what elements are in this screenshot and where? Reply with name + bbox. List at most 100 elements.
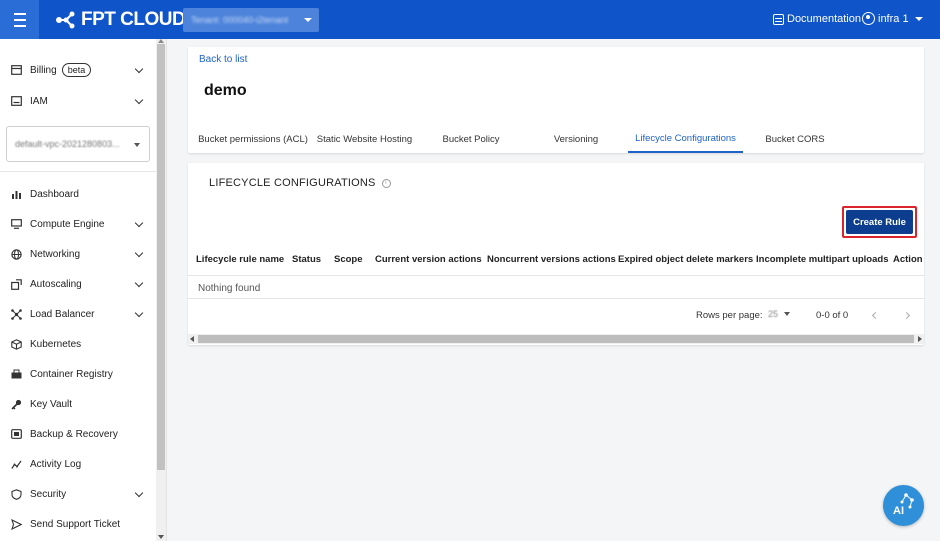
sidebar-item-load-balancer[interactable]: Load Balancer <box>0 302 156 326</box>
column-header[interactable]: Incomplete multipart uploads <box>756 254 889 265</box>
chevron-right-icon <box>902 311 910 319</box>
create-rule-button[interactable]: Create Rule <box>846 210 913 234</box>
next-page-button[interactable] <box>900 309 912 321</box>
tab-static-website-hosting[interactable]: Static Website Hosting <box>313 125 416 153</box>
column-header[interactable]: Action <box>893 254 923 265</box>
shield-icon <box>10 488 22 500</box>
table-horizontal-scrollbar[interactable] <box>188 334 924 344</box>
sidebar: Billing beta IAM default-vpc-2021280803.… <box>0 39 167 541</box>
page-title: demo <box>204 82 247 99</box>
ai-label: AI <box>893 505 904 517</box>
sidebar-item-kubernetes[interactable]: Kubernetes <box>0 332 156 356</box>
sidebar-scroll-thumb[interactable] <box>157 44 165 470</box>
scroll-up-arrow-icon[interactable] <box>158 39 164 43</box>
sidebar-item-billing[interactable]: Billing beta <box>0 58 156 82</box>
scroll-left-arrow-icon[interactable] <box>190 336 194 342</box>
user-menu[interactable]: infra 1 <box>862 12 923 25</box>
chevron-down-icon <box>134 308 144 318</box>
ai-assistant-button[interactable]: AI <box>883 485 924 526</box>
sidebar-item-dashboard[interactable]: Dashboard <box>0 182 156 206</box>
document-icon <box>773 13 784 25</box>
sidebar-item-security[interactable]: Security <box>0 482 156 506</box>
create-rule-highlight: Create Rule <box>842 206 917 238</box>
send-icon <box>10 518 22 530</box>
sidebar-item-label: Backup & Recovery <box>30 428 118 440</box>
top-bar: FPT CLOUD Tenant: 000040-i2tenant Docume… <box>0 0 940 39</box>
pagination-range: 0-0 of 0 <box>816 310 849 321</box>
empty-state-text: Nothing found <box>198 283 261 294</box>
sidebar-item-label: Autoscaling <box>30 278 82 290</box>
sidebar-item-activity-log[interactable]: Activity Log <box>0 452 156 476</box>
id-card-icon <box>10 95 22 107</box>
documentation-label: Documentation <box>787 13 861 25</box>
sidebar-item-iam[interactable]: IAM <box>0 89 156 113</box>
column-header[interactable]: Noncurrent versions actions <box>487 254 616 265</box>
chevron-down-icon <box>134 95 144 105</box>
vpc-value: default-vpc-2021280803... <box>15 139 120 149</box>
autoscaling-icon <box>10 278 22 290</box>
tab-lifecycle-configurations[interactable]: Lifecycle Configurations <box>628 125 743 153</box>
documentation-link[interactable]: Documentation <box>773 13 861 25</box>
menu-button[interactable] <box>0 0 39 39</box>
backup-icon <box>10 428 22 440</box>
rows-per-page-select[interactable]: 25 <box>768 309 791 319</box>
column-header[interactable]: Current version actions <box>375 254 482 265</box>
sidebar-item-label: Load Balancer <box>30 308 95 320</box>
info-icon[interactable]: i <box>381 178 391 188</box>
sidebar-item-key-vault[interactable]: Key Vault <box>0 392 156 416</box>
sidebar-divider <box>0 171 156 172</box>
previous-page-button[interactable] <box>869 309 881 321</box>
horizontal-scroll-thumb[interactable] <box>198 335 914 343</box>
scroll-right-arrow-icon[interactable] <box>918 336 922 342</box>
column-header[interactable]: Lifecycle rule name <box>196 254 284 265</box>
sidebar-item-label: Send Support Ticket <box>30 518 121 530</box>
caret-down-icon <box>784 312 791 316</box>
container-icon <box>10 368 22 380</box>
bucket-tabs: Bucket permissions (ACL) Static Website … <box>188 125 924 153</box>
section-title: LIFECYCLE CONFIGURATIONS i <box>209 177 391 189</box>
sidebar-item-label: Container Registry <box>30 368 113 380</box>
activity-icon <box>10 458 22 470</box>
sidebar-item-compute-engine[interactable]: Compute Engine <box>0 212 156 236</box>
back-to-list-link[interactable]: Back to list <box>199 54 247 65</box>
globe-icon <box>10 248 22 260</box>
tab-bucket-cors[interactable]: Bucket CORS <box>745 125 845 153</box>
sidebar-item-container-registry[interactable]: Container Registry <box>0 362 156 386</box>
tab-bucket-permissions[interactable]: Bucket permissions (ACL) <box>193 125 313 153</box>
user-name: infra 1 <box>878 12 909 25</box>
tab-bucket-policy[interactable]: Bucket Policy <box>416 125 526 153</box>
chevron-left-icon <box>871 311 879 319</box>
lifecycle-card: LIFECYCLE CONFIGURATIONS i Create Rule L… <box>188 163 924 345</box>
monitor-icon <box>10 218 22 230</box>
scroll-down-arrow-icon[interactable] <box>158 535 164 539</box>
sidebar-item-label: IAM <box>30 95 48 107</box>
column-header[interactable]: Scope <box>334 254 363 265</box>
sidebar-item-label: Dashboard <box>30 188 79 200</box>
section-title-text: LIFECYCLE CONFIGURATIONS <box>209 177 376 189</box>
column-header[interactable]: Expired object delete markers <box>618 254 753 265</box>
column-header[interactable]: Status <box>292 254 321 265</box>
sidebar-scrollbar[interactable] <box>156 39 166 541</box>
sidebar-item-networking[interactable]: Networking <box>0 242 156 266</box>
sidebar-item-label: Billing <box>30 64 57 76</box>
sidebar-item-autoscaling[interactable]: Autoscaling <box>0 272 156 296</box>
chevron-down-icon <box>134 488 144 498</box>
fpt-cloud-logo[interactable]: FPT CLOUD <box>55 9 186 31</box>
sidebar-item-send-support-ticket[interactable]: Send Support Ticket <box>0 512 156 536</box>
brand-name: FPT CLOUD <box>81 9 186 30</box>
sidebar-item-backup-recovery[interactable]: Backup & Recovery <box>0 422 156 446</box>
rows-per-page-label: Rows per page: <box>696 310 763 321</box>
bar-chart-icon <box>10 188 22 200</box>
tab-versioning[interactable]: Versioning <box>526 125 626 153</box>
tenant-selector[interactable]: Tenant: 000040-i2tenant <box>183 8 319 32</box>
chevron-down-icon <box>134 218 144 228</box>
vpc-selector[interactable]: default-vpc-2021280803... <box>6 126 150 162</box>
beta-badge: beta <box>61 63 92 77</box>
bucket-header-card: Back to list demo Bucket permissions (AC… <box>188 47 924 153</box>
chevron-down-icon <box>134 64 144 74</box>
billing-icon <box>10 64 22 76</box>
sidebar-item-label: Key Vault <box>30 398 73 410</box>
sidebar-item-label: Kubernetes <box>30 338 82 350</box>
key-icon <box>10 398 22 410</box>
table-divider <box>188 298 924 299</box>
